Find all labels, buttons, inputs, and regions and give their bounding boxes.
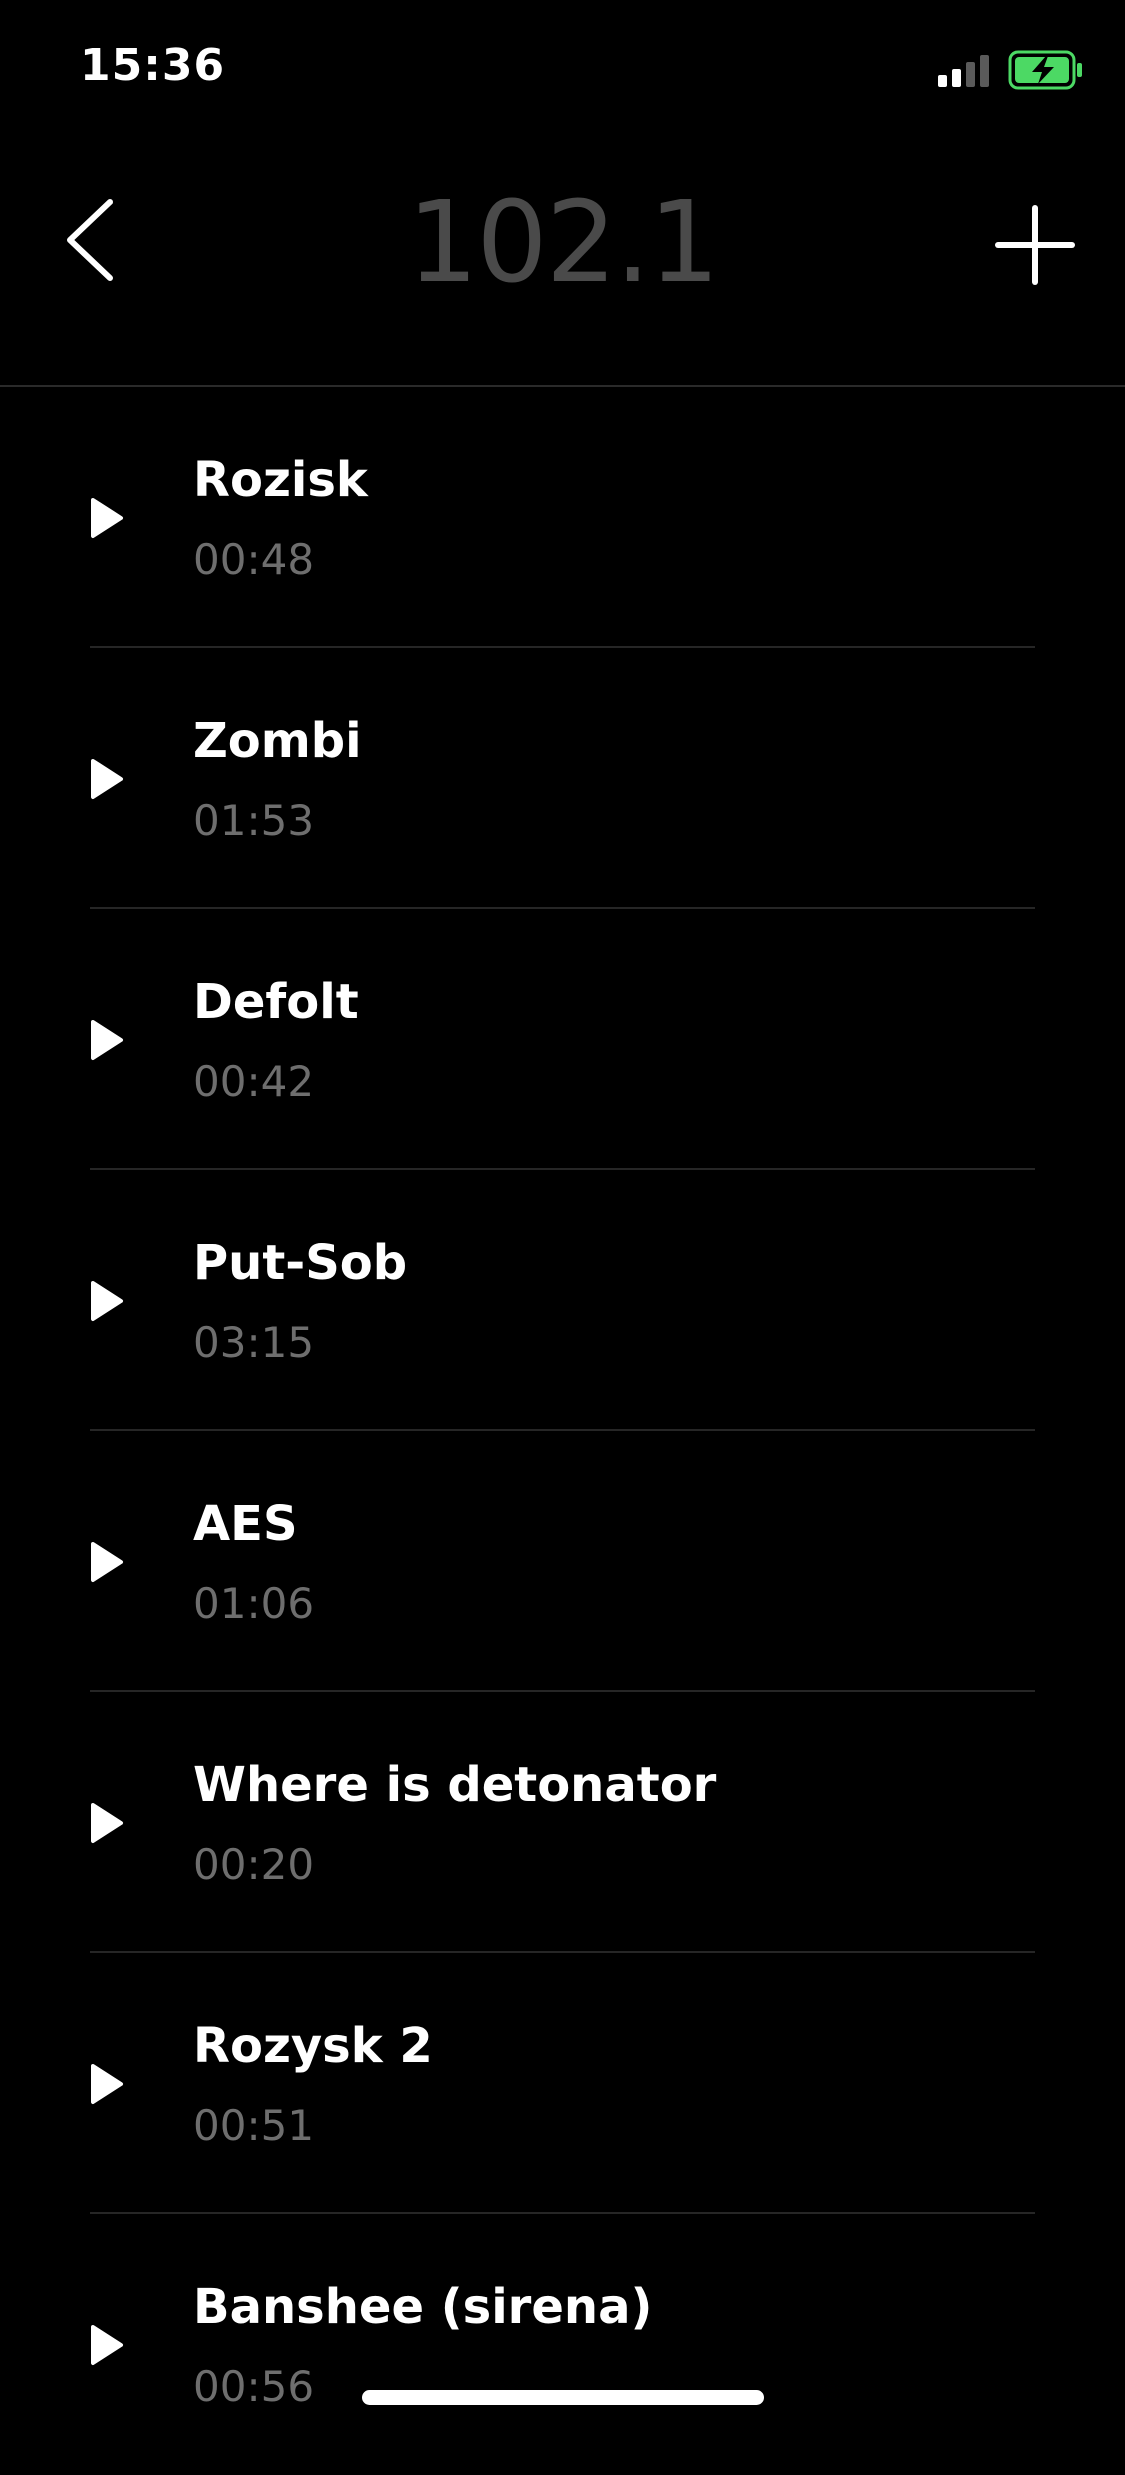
play-icon[interactable] [90, 2063, 124, 2105]
battery-charging-icon [1008, 50, 1082, 90]
status-bar: 15:36 [0, 0, 1125, 140]
recording-title: Where is detonator [193, 1757, 717, 1813]
play-icon[interactable] [90, 1280, 124, 1322]
play-icon[interactable] [90, 497, 124, 539]
recording-title: Zombi [193, 713, 362, 769]
home-indicator[interactable] [362, 2390, 764, 2405]
play-icon[interactable] [90, 2324, 124, 2366]
recording-duration: 00:20 [193, 1840, 315, 1889]
recording-title: AES [193, 1496, 298, 1552]
cellular-signal-icon [938, 55, 989, 87]
recording-duration: 00:56 [193, 2362, 315, 2411]
recording-title: Defolt [193, 974, 359, 1030]
recording-duration: 00:42 [193, 1057, 315, 1106]
recording-title: Put-Sob [193, 1235, 408, 1291]
recording-duration: 00:48 [193, 535, 315, 584]
navigation-bar: 102.1 [0, 140, 1125, 387]
recordings-list: Rozisk 00:48 Zombi 01:53 Defolt 00:42 Pu… [0, 387, 1125, 2475]
status-time: 15:36 [80, 40, 226, 91]
recording-duration: 03:15 [193, 1318, 315, 1367]
plus-icon[interactable] [990, 200, 1080, 290]
play-icon[interactable] [90, 1019, 124, 1061]
recording-duration: 00:51 [193, 2101, 315, 2150]
list-item[interactable]: Zombi 01:53 [0, 648, 1125, 909]
recording-duration: 01:53 [193, 796, 315, 845]
recording-title: Rozisk [193, 452, 368, 508]
list-item[interactable]: Rozysk 2 00:51 [0, 1953, 1125, 2214]
list-item[interactable]: Put-Sob 03:15 [0, 1170, 1125, 1431]
recording-title: Banshee (sirena) [193, 2279, 653, 2335]
list-item[interactable]: Where is detonator 00:20 [0, 1692, 1125, 1953]
list-item[interactable]: AES 01:06 [0, 1431, 1125, 1692]
list-item[interactable]: Defolt 00:42 [0, 909, 1125, 1170]
page-title: 102.1 [407, 178, 720, 308]
play-icon[interactable] [90, 1802, 124, 1844]
play-icon[interactable] [90, 1541, 124, 1583]
recording-title: Rozysk 2 [193, 2018, 433, 2074]
play-icon[interactable] [90, 758, 124, 800]
list-item[interactable]: Rozisk 00:48 [0, 387, 1125, 648]
recording-duration: 01:06 [193, 1579, 315, 1628]
